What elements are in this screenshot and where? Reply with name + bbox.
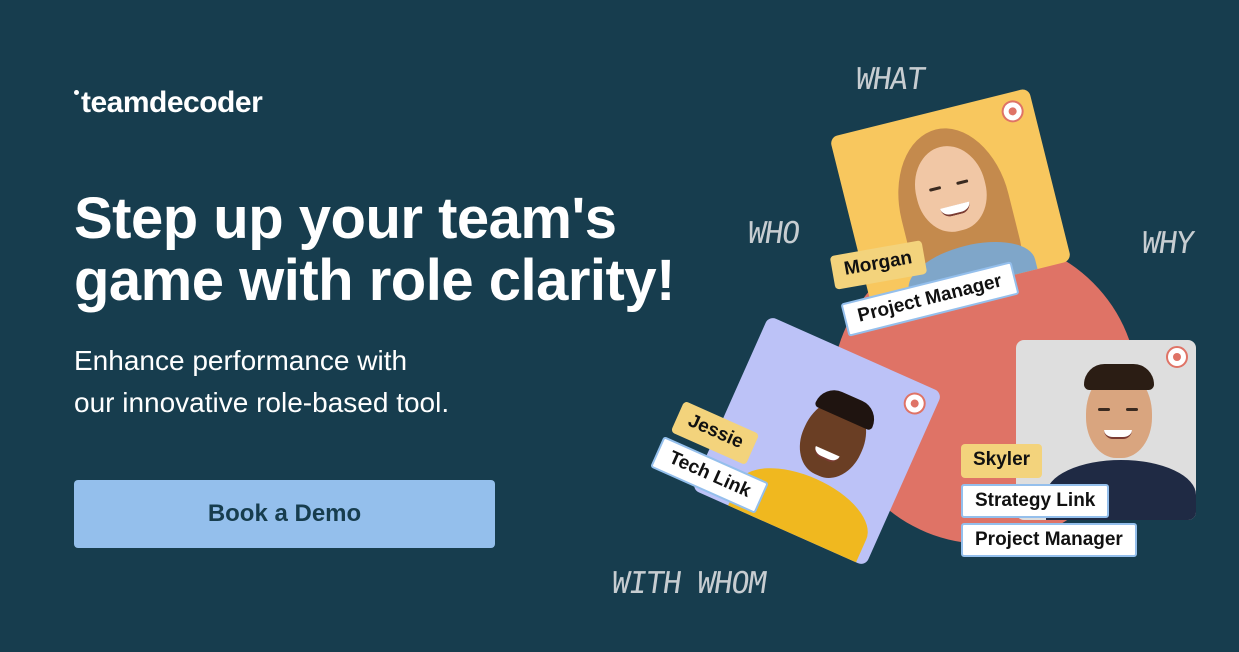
scribble-why: WHY — [1139, 226, 1196, 261]
subheadline-line-1: Enhance performance with — [74, 345, 408, 376]
logo-text: teamdecoder — [81, 86, 263, 119]
target-icon[interactable] — [1166, 346, 1188, 368]
skyler-name-tag: Skyler — [961, 444, 1043, 478]
scribble-who: WHO — [745, 216, 802, 251]
scribble-what: WHAT — [853, 62, 927, 97]
book-demo-button[interactable]: Book a Demo — [74, 480, 495, 548]
headline-line-1: Step up your team's — [74, 186, 617, 251]
jessie-photo — [724, 356, 914, 567]
subheadline-line-2: our innovative role-based tool. — [74, 387, 450, 418]
headline-line-2: game with role clarity! — [74, 248, 675, 313]
skyler-role-tag-2: Project Manager — [961, 523, 1137, 557]
promo-banner: teamdecoder Step up your team's game wit… — [0, 0, 1239, 652]
skyler-role-tag-1: Strategy Link — [961, 484, 1110, 518]
subheadline: Enhance performance with our innovative … — [74, 340, 594, 424]
logo-dot-icon — [74, 90, 79, 95]
brand-logo[interactable]: teamdecoder — [74, 86, 263, 120]
headline: Step up your team's game with role clari… — [74, 188, 734, 312]
scribble-with-whom: WITH WHOM — [609, 566, 769, 601]
target-icon[interactable] — [999, 98, 1026, 125]
